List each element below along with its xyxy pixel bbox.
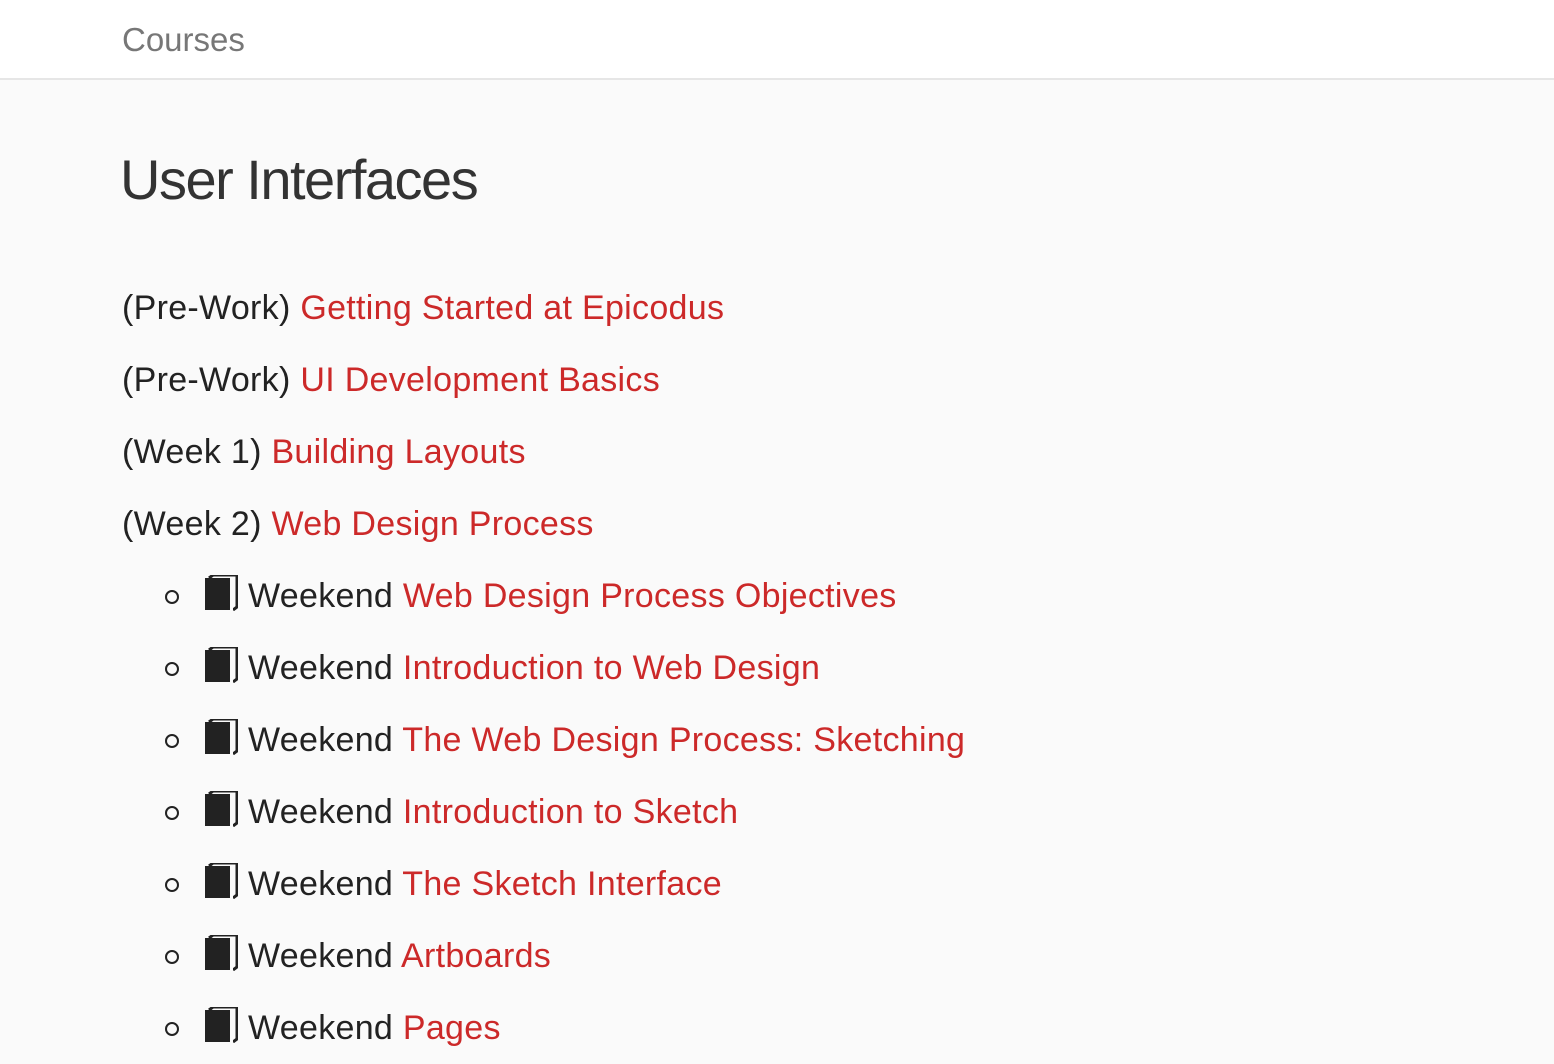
sublesson-label: Weekend [248, 793, 394, 831]
sublesson-link[interactable]: Introduction to Sketch [403, 793, 738, 831]
sublesson-link[interactable]: Web Design Process Objectives [403, 577, 897, 615]
sublesson-item: Weekend Web Design Process Objectives [122, 560, 1522, 632]
lesson-link[interactable]: Getting Started at Epicodus [300, 289, 724, 327]
bullet-icon [165, 950, 179, 964]
lesson-link[interactable]: Web Design Process [271, 505, 593, 543]
sublesson-label: Weekend [248, 649, 394, 687]
book-icon [205, 791, 238, 828]
lesson-link[interactable]: UI Development Basics [300, 361, 660, 399]
book-icon [205, 863, 238, 900]
lesson-week-label: (Week 2) [122, 505, 262, 543]
sublesson-item: Weekend Artboards [122, 920, 1522, 992]
sublesson-label: Weekend [248, 937, 394, 975]
sublesson-link[interactable]: Artboards [401, 937, 551, 975]
lesson-list: (Pre-Work) Getting Started at Epicodus (… [122, 272, 1522, 1064]
sublesson-label: Weekend [248, 721, 394, 759]
sublesson-label: Weekend [248, 577, 394, 615]
sublesson-item: Weekend Introduction to Sketch [122, 776, 1522, 848]
sublesson-list: Weekend Web Design Process Objectives We… [122, 560, 1522, 1064]
lesson-week-label: (Week 1) [122, 433, 262, 471]
bullet-icon [165, 806, 179, 820]
sublesson-link[interactable]: Introduction to Web Design [403, 649, 820, 687]
sublesson-item: Weekend Pages [122, 992, 1522, 1064]
lesson-week-label: (Pre-Work) [122, 361, 291, 399]
bullet-icon [165, 734, 179, 748]
page-title: User Interfaces [120, 148, 479, 211]
bullet-icon [165, 590, 179, 604]
sublesson-link[interactable]: Pages [403, 1009, 501, 1047]
sublesson-link[interactable]: The Sketch Interface [402, 865, 722, 903]
lesson-row: (Pre-Work) Getting Started at Epicodus [122, 272, 1522, 344]
sublesson-item: Weekend Introduction to Web Design [122, 632, 1522, 704]
sublesson-label: Weekend [248, 1009, 394, 1047]
sublesson-link[interactable]: The Web Design Process: Sketching [402, 721, 965, 759]
lesson-row: (Pre-Work) UI Development Basics [122, 344, 1522, 416]
bullet-icon [165, 1022, 179, 1036]
sublesson-item: Weekend The Web Design Process: Sketchin… [122, 704, 1522, 776]
lesson-row: (Week 2) Web Design Process [122, 488, 1522, 560]
lesson-link[interactable]: Building Layouts [271, 433, 525, 471]
nav-courses-link[interactable]: Courses [122, 20, 245, 60]
sublesson-item: Weekend The Sketch Interface [122, 848, 1522, 920]
bullet-icon [165, 878, 179, 892]
book-icon [205, 719, 238, 756]
lesson-row: (Week 1) Building Layouts [122, 416, 1522, 488]
book-icon [205, 647, 238, 684]
book-icon [205, 1007, 238, 1044]
bullet-icon [165, 662, 179, 676]
lesson-week-label: (Pre-Work) [122, 289, 291, 327]
book-icon [205, 575, 238, 612]
sublesson-label: Weekend [248, 865, 394, 903]
book-icon [205, 935, 238, 972]
top-navbar: Courses [0, 0, 1554, 80]
